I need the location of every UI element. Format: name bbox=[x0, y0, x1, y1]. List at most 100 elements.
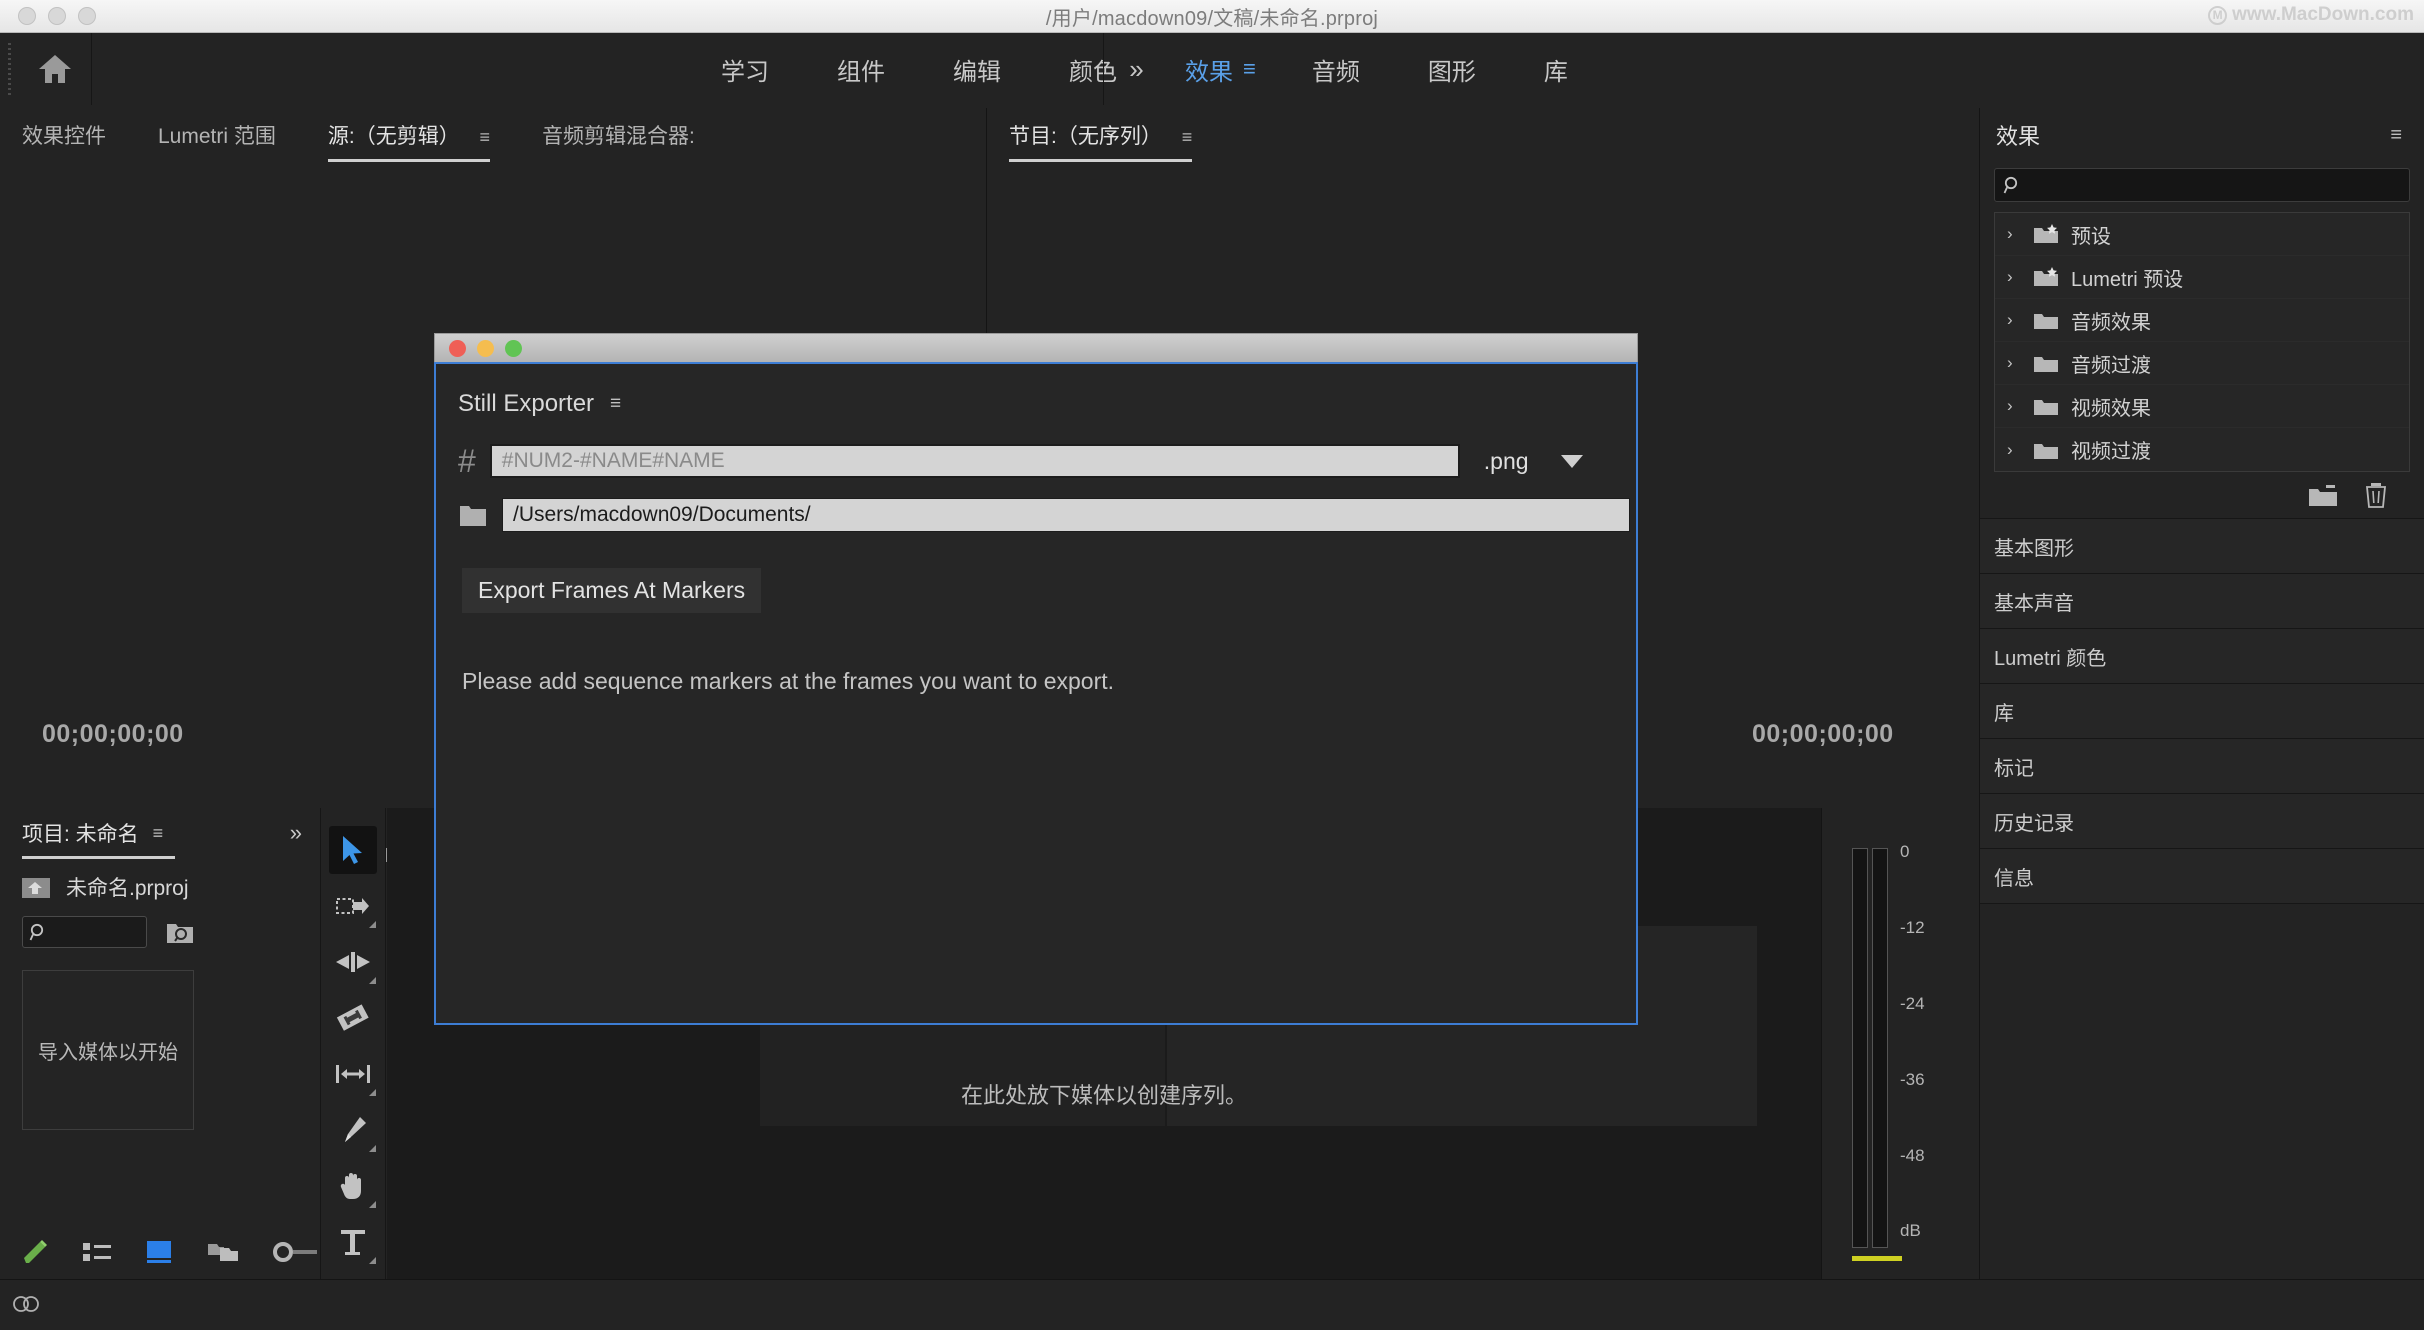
ripple-edit-icon bbox=[336, 952, 370, 972]
program-monitor-timecode[interactable]: 00;00;00;00 bbox=[1752, 720, 1894, 749]
ripple-edit-tool[interactable] bbox=[329, 938, 377, 986]
dialog-header: Still Exporter ≡ bbox=[436, 364, 1636, 418]
project-panel-overflow-button[interactable]: » bbox=[290, 820, 302, 846]
meter-tick-minus24: -24 bbox=[1900, 994, 1925, 1013]
collapsed-panel-essential-graphics[interactable]: 基本图形 bbox=[1980, 519, 2424, 574]
tab-audio-clip-mixer[interactable]: 音频剪辑混合器: bbox=[542, 120, 695, 150]
effects-tree-row-audio-effects[interactable]: › 音频效果 bbox=[1995, 299, 2409, 342]
collapsed-panel-history[interactable]: 历史记录 bbox=[1980, 794, 2424, 849]
project-drop-zone[interactable]: 导入媒体以开始 bbox=[22, 970, 194, 1130]
effects-search-input[interactable] bbox=[1994, 168, 2410, 202]
audio-meter-channel-left bbox=[1852, 848, 1868, 1248]
workspace-tab-audio[interactable]: 音频 bbox=[1278, 52, 1394, 87]
home-icon bbox=[38, 55, 71, 83]
effects-tree-row-video-effects[interactable]: › 视频效果 bbox=[1995, 385, 2409, 428]
track-select-forward-tool[interactable] bbox=[329, 882, 377, 930]
dialog-titlebar[interactable] bbox=[434, 333, 1638, 362]
type-tool[interactable] bbox=[329, 1218, 377, 1266]
project-panel-menu-icon[interactable]: ≡ bbox=[153, 823, 164, 844]
hand-icon bbox=[340, 1173, 361, 1199]
rate-stretch-tool[interactable] bbox=[329, 1050, 377, 1098]
effects-tree-row-audio-transitions[interactable]: › 音频过渡 bbox=[1995, 342, 2409, 385]
chevron-right-icon[interactable]: › bbox=[2007, 267, 2021, 287]
program-monitor-menu-icon[interactable]: ≡ bbox=[1182, 127, 1193, 147]
selection-tool[interactable] bbox=[329, 826, 377, 874]
tab-source-monitor-label: 源:（无剪辑） bbox=[327, 125, 460, 148]
audio-meter-channels[interactable] bbox=[1852, 848, 1889, 1248]
folder-icon[interactable] bbox=[458, 501, 488, 529]
workspace-overflow-button[interactable]: » bbox=[1103, 33, 1169, 105]
effects-panel-title: 效果 bbox=[1996, 124, 2041, 149]
meter-unit-label: dB bbox=[1900, 1221, 1921, 1240]
source-monitor-tabstrip: 效果控件 Lumetri 范围 源:（无剪辑） ≡ 音频剪辑混合器: bbox=[22, 108, 985, 162]
creative-cloud-icon[interactable] bbox=[10, 1290, 42, 1320]
workspace-tab-learn[interactable]: 学习 bbox=[687, 52, 803, 87]
workspace-tab-libraries[interactable]: 库 bbox=[1510, 52, 1602, 87]
effects-panel-header: 效果 ≡ bbox=[1980, 108, 2424, 162]
dialog-menu-icon[interactable]: ≡ bbox=[610, 393, 621, 415]
freeform-view-icon[interactable] bbox=[206, 1239, 240, 1265]
tool-expand-corner-icon bbox=[369, 1089, 376, 1096]
tool-expand-corner-icon bbox=[369, 1201, 376, 1208]
hand-tool[interactable] bbox=[329, 1162, 377, 1210]
effects-panel: 效果 ≡ › 预设 › Lumetri 预设 › 音频效果 › 音频过渡 › 视… bbox=[1979, 108, 2424, 1279]
effects-tree-row-video-transitions[interactable]: › 视频过渡 bbox=[1995, 428, 2409, 471]
collapsed-panel-essential-sound[interactable]: 基本声音 bbox=[1980, 574, 2424, 629]
chevron-right-icon[interactable]: › bbox=[2007, 440, 2021, 460]
effects-tree-row-lumetri-presets[interactable]: › Lumetri 预设 bbox=[1995, 256, 2409, 299]
workspace-tab-effects-menu-icon[interactable]: ≡ bbox=[1243, 56, 1256, 82]
tab-project[interactable]: 项目: 未命名 bbox=[22, 818, 175, 859]
macos-titlebar: /用户/macdown09/文稿/未命名.prproj M www.MacDow… bbox=[0, 0, 2424, 33]
pen-tool[interactable] bbox=[329, 1106, 377, 1154]
chevron-down-icon[interactable] bbox=[1560, 454, 1583, 468]
tool-expand-corner-icon bbox=[369, 977, 376, 984]
tab-lumetri-scopes[interactable]: Lumetri 范围 bbox=[158, 120, 276, 150]
tools-panel bbox=[320, 808, 386, 1279]
effects-tree-row-presets[interactable]: › 预设 bbox=[1995, 213, 2409, 256]
delete-icon[interactable] bbox=[2364, 482, 2388, 508]
rolling-edit-tool[interactable] bbox=[329, 994, 377, 1042]
home-button[interactable] bbox=[18, 33, 92, 105]
dialog-minimize-button[interactable] bbox=[477, 339, 494, 357]
workspace-tab-editing[interactable]: 编辑 bbox=[919, 52, 1035, 87]
project-file-row[interactable]: 未命名.prproj bbox=[0, 858, 320, 902]
dialog-close-button[interactable] bbox=[449, 339, 466, 357]
source-monitor-menu-icon[interactable]: ≡ bbox=[480, 127, 491, 147]
tab-effect-controls[interactable]: 效果控件 bbox=[22, 120, 106, 150]
effects-tree-label: 音频效果 bbox=[2071, 311, 2151, 334]
export-frames-at-markers-button[interactable]: Export Frames At Markers bbox=[462, 568, 762, 613]
collapsed-panel-info[interactable]: 信息 bbox=[1980, 849, 2424, 904]
zoom-slider[interactable] bbox=[272, 1239, 320, 1265]
tool-expand-corner-icon bbox=[369, 1257, 376, 1264]
source-monitor-timecode[interactable]: 00;00;00;00 bbox=[42, 720, 184, 749]
filename-input[interactable]: #NUM2-#NAME#NAME bbox=[489, 444, 1460, 478]
new-item-pencil-icon[interactable] bbox=[20, 1237, 50, 1267]
chevron-right-icon[interactable]: › bbox=[2007, 224, 2021, 244]
track-select-icon bbox=[336, 898, 369, 914]
chevron-right-icon[interactable]: › bbox=[2007, 310, 2021, 330]
chevron-right-icon[interactable]: › bbox=[2007, 396, 2021, 416]
list-view-icon[interactable] bbox=[82, 1240, 112, 1264]
folder-icon bbox=[2034, 314, 2058, 329]
dialog-filename-row: # #NUM2-#NAME#NAME .png bbox=[436, 418, 1636, 478]
project-search-row bbox=[0, 902, 320, 948]
effects-panel-menu-icon[interactable]: ≡ bbox=[2390, 124, 2402, 147]
workspace-tab-graphics[interactable]: 图形 bbox=[1394, 52, 1510, 87]
pen-icon bbox=[345, 1117, 366, 1142]
workspace-tab-assembly[interactable]: 组件 bbox=[803, 52, 919, 87]
chevron-right-icon[interactable]: › bbox=[2007, 353, 2021, 373]
audio-meter-peak-indicator bbox=[1852, 1256, 1902, 1261]
new-custom-bin-icon[interactable] bbox=[2308, 484, 2338, 507]
collapsed-panel-markers[interactable]: 标记 bbox=[1980, 739, 2424, 794]
dialog-body: Still Exporter ≡ # #NUM2-#NAME#NAME .png… bbox=[434, 362, 1638, 1025]
collapsed-panel-libraries[interactable]: 库 bbox=[1980, 684, 2424, 739]
tab-program-monitor[interactable]: 节目:（无序列） ≡ bbox=[1009, 120, 1193, 162]
collapsed-panel-lumetri-color[interactable]: Lumetri 颜色 bbox=[1980, 629, 2424, 684]
project-search-input[interactable] bbox=[22, 916, 147, 948]
find-icon[interactable] bbox=[165, 918, 195, 946]
tab-source-monitor[interactable]: 源:（无剪辑） ≡ bbox=[327, 120, 491, 162]
dialog-zoom-button[interactable] bbox=[505, 339, 522, 357]
output-path-input[interactable]: /Users/macdown09/Documents/ bbox=[502, 498, 1630, 532]
menubar-drag-handle[interactable] bbox=[4, 43, 18, 95]
icon-view-icon[interactable] bbox=[144, 1239, 174, 1265]
